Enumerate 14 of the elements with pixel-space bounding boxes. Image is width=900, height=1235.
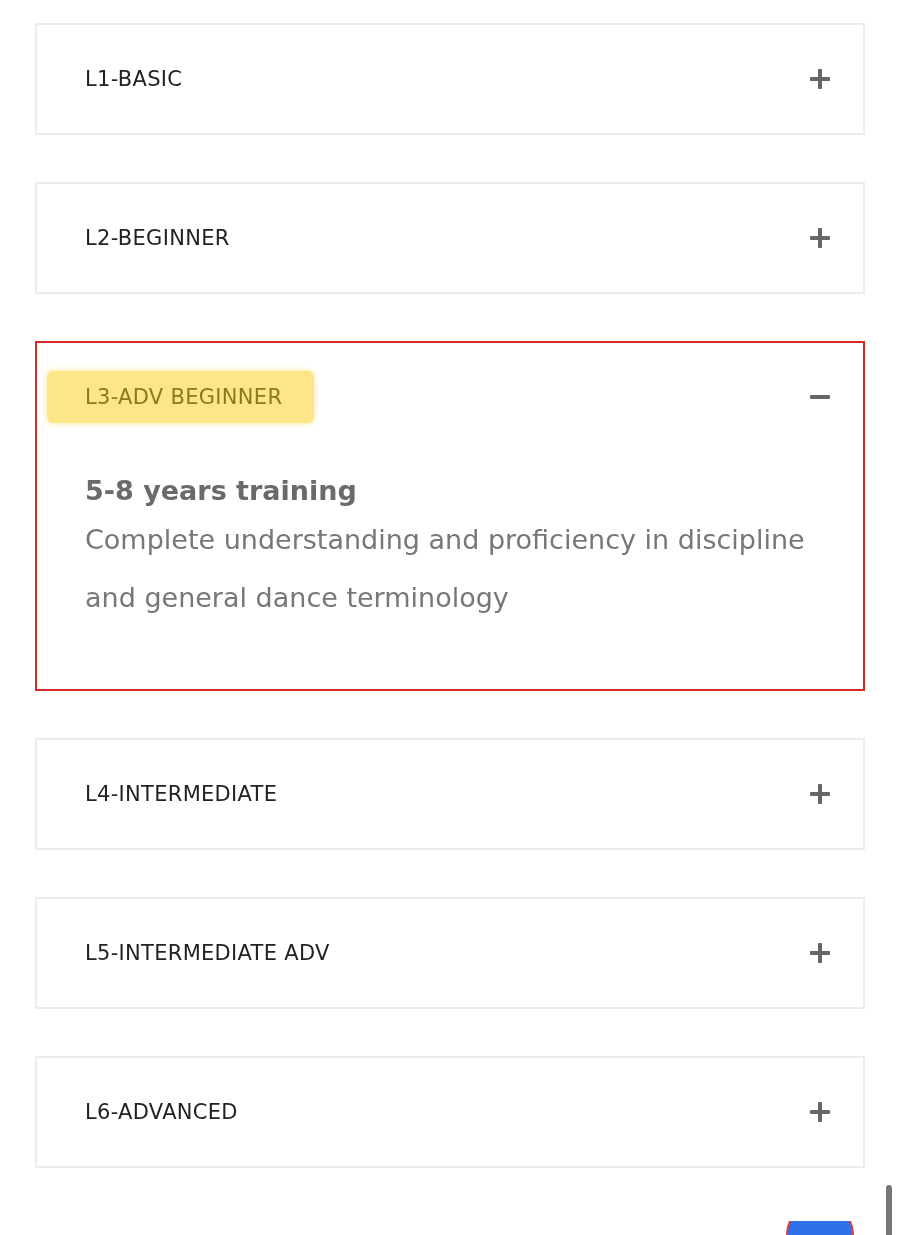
accordion-title[interactable]: L5-INTERMEDIATE ADV bbox=[85, 927, 330, 979]
panel-text: Complete understanding and proficiency in discipline and general dance terminology bbox=[85, 523, 806, 615]
plus-icon[interactable] bbox=[809, 1101, 831, 1123]
accordion-title[interactable]: L4-INTERMEDIATE bbox=[85, 768, 278, 820]
accordion-title[interactable]: L2-BEGINNER bbox=[85, 212, 230, 264]
chat-widget-icon[interactable] bbox=[785, 1221, 855, 1235]
plus-icon[interactable] bbox=[809, 227, 831, 249]
accordion-title[interactable]: L6-ADVANCED bbox=[85, 1086, 238, 1138]
plus-icon[interactable] bbox=[809, 942, 831, 964]
panel-heading: 5-8 years training bbox=[85, 474, 358, 508]
plus-icon[interactable] bbox=[809, 68, 831, 90]
accordion-title[interactable]: L1-BASIC bbox=[85, 53, 183, 105]
plus-icon[interactable] bbox=[809, 783, 831, 805]
scrollbar[interactable] bbox=[886, 1185, 892, 1235]
